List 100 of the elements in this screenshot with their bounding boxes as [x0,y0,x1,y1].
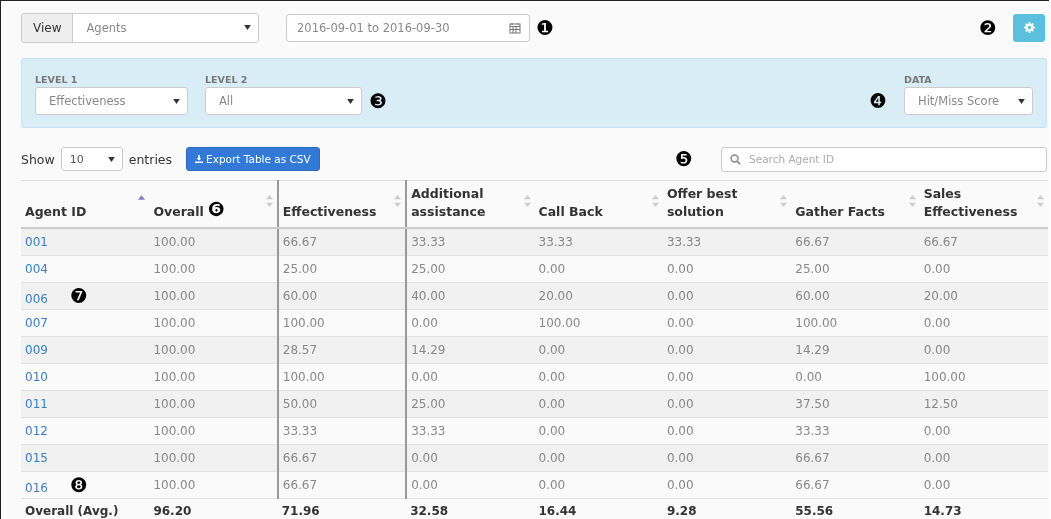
table-cell: 0.00 [923,262,951,276]
settings-icon [1023,22,1035,33]
callout-marker: ❹ [869,91,887,111]
table-cell: 66.67 [923,235,958,249]
search-icon [730,153,741,165]
table-cell: 0.00 [666,424,694,438]
table-cell: 0.00 [666,262,694,276]
table-cell: 0.00 [538,343,566,357]
table-cell: 100.00 [153,451,196,465]
table-cell: 100.00 [153,478,196,492]
footer-cell: 14.73 [923,504,962,518]
table-cell: 0.00 [666,451,694,465]
settings-button[interactable] [1013,13,1045,42]
callout-marker: ❸ [369,91,387,111]
agent-link[interactable]: 004 [25,262,48,276]
table-cell: 66.67 [282,235,318,249]
footer-cell: 71.96 [281,504,320,518]
table-cell: 0.00 [666,289,694,303]
table-cell: 25.00 [411,262,446,276]
table-cell: 100.00 [923,370,966,384]
level-1-select[interactable]: Effectiveness [35,87,188,115]
table-cell: 66.67 [282,451,318,465]
table-cell: 0.00 [411,370,438,384]
table-cell: 20.00 [538,289,573,303]
table-cell: 20.00 [923,289,958,303]
agent-link[interactable]: 011 [25,397,48,411]
table-cell: 0.00 [923,424,951,438]
search-field[interactable]: Search Agent ID [721,146,1047,172]
table-cell: 100.00 [153,289,196,303]
table-cell: 66.67 [795,235,830,249]
footer-cell: 32.58 [410,504,449,518]
data-label: DATA [904,74,933,85]
table-cell: 14.29 [411,343,446,357]
table-cell: 60.00 [795,289,830,303]
table-cell: 0.00 [923,451,951,465]
page-size-select[interactable]: 10 [60,147,123,171]
level-1-label: LEVEL 1 [35,74,79,85]
table-cell: 0.00 [411,478,438,492]
calendar-icon [509,21,521,34]
table-cell: 60.00 [282,289,318,303]
show-label: Show [21,151,55,167]
caret-icon [347,98,354,104]
caret-icon [107,156,115,162]
footer-cell: 96.20 [153,504,192,518]
footer-cell: 55.56 [795,504,834,518]
table-cell: 0.00 [538,397,566,411]
table-cell: 0.00 [666,343,694,357]
agent-link[interactable]: 016 [25,481,48,495]
table-cell: 100.00 [153,424,196,438]
caret-icon [173,98,180,104]
table-cell: 0.00 [923,478,951,492]
data-select[interactable]: Hit/Miss Score [904,87,1033,115]
table-cell: 100.00 [153,370,196,384]
table-cell: 33.33 [795,424,830,438]
table-cell: 100.00 [153,235,196,249]
agent-link[interactable]: 009 [25,343,48,357]
table-cell: 100.00 [153,262,196,276]
table-cell: 14.29 [795,343,830,357]
table-cell: 66.67 [282,478,318,492]
table-cell: 12.50 [923,397,958,411]
table-cell: 100.00 [153,343,196,357]
table-cell: 33.33 [282,424,318,438]
agent-link[interactable]: 007 [25,316,48,330]
table-cell: 0.00 [666,397,694,411]
agent-link[interactable]: 006 [25,292,48,306]
table-cell: 40.00 [411,289,446,303]
table-cell: 100.00 [153,316,196,330]
level-2-label: LEVEL 2 [205,74,249,85]
table-cell: 0.00 [795,370,822,384]
table-cell: 0.00 [538,370,566,384]
table-cell: 25.00 [795,262,830,276]
table-cell: 100.00 [282,370,325,384]
table-cell: 0.00 [923,343,951,357]
agent-link[interactable]: 012 [25,424,48,438]
entries-label: entries [128,151,173,167]
table-cell: 0.00 [411,316,438,330]
agent-link[interactable]: 001 [25,235,48,249]
export-button[interactable]: Export Table as CSV [186,147,320,171]
callout-marker: ❼ [69,284,88,308]
callout-marker: ❽ [69,473,88,497]
level-2-select[interactable]: All [205,87,362,115]
table-cell: 0.00 [923,316,951,330]
table-cell: 33.33 [538,235,573,249]
agent-link[interactable]: 010 [25,370,48,384]
table-cell: 37.50 [795,397,830,411]
footer-cell: 16.44 [538,504,577,518]
footer-cell: 9.28 [666,504,697,518]
download-icon [195,155,204,163]
callout-marker: ❺ [675,149,693,169]
table-cell: 33.33 [411,235,446,249]
date-range-field[interactable]: 2016-09-01 to 2016-09-30 [286,13,530,42]
table-cell: 50.00 [282,397,318,411]
agent-link[interactable]: 015 [25,451,48,465]
table-cell: 100.00 [153,397,196,411]
table-cell: 25.00 [282,262,318,276]
table-cell: 100.00 [538,316,581,330]
table-cell: 0.00 [666,478,694,492]
table-cell: 0.00 [666,370,694,384]
footer-cell: Overall (Avg.) [25,504,119,518]
table-cell: 33.33 [666,235,702,249]
